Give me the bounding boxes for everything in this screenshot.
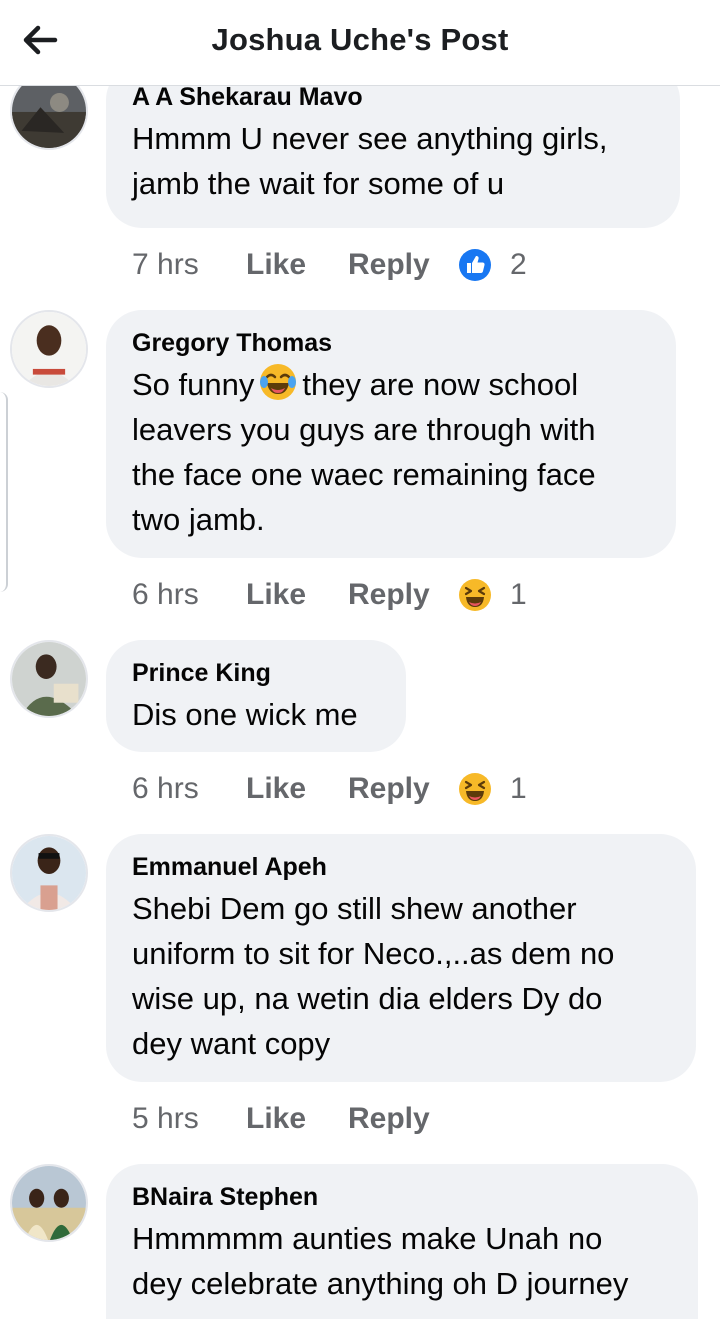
comment-author[interactable]: Emmanuel Apeh [132,852,670,882]
reply-button[interactable]: Reply [348,248,458,282]
comment-actions: 6 hrs Like Reply 1 [132,769,527,809]
comment-author[interactable]: A A Shekarau Mavo [132,82,654,112]
comment-text: wise up, na wetin dia elders Dy do [132,981,603,1016]
avatar[interactable] [10,1164,88,1242]
page-title: Joshua Uche's Post [211,22,509,57]
comment-text: leavers you guys are through with [132,412,596,447]
comment-text: Dis one wick me [132,697,358,732]
avatar[interactable] [10,310,88,388]
comment-bubble: Prince King Dis one wick me [106,640,406,752]
like-button[interactable]: Like [246,248,348,282]
comment-actions: 7 hrs Like Reply 2 [132,245,527,285]
haha-icon [459,579,491,611]
comment-text: uniform to sit for Neco.,..as dem no [132,936,615,971]
comment-text: two jamb. [132,502,265,537]
reaction-count: 2 [510,248,527,281]
comment-text: So funny [132,367,255,402]
comment-text: dey celebrate anything oh D journey [132,1266,629,1301]
like-button[interactable]: Like [246,772,348,806]
reply-button[interactable]: Reply [348,578,458,612]
comment-author[interactable]: Gregory Thomas [132,328,650,358]
comment-text: they are now school [302,367,579,402]
comment-text: Shebi Dem go still shew another [132,891,577,926]
top-bar: Joshua Uche's Post [0,0,720,86]
reaction-summary[interactable]: 2 [458,248,527,282]
reaction-summary[interactable]: 1 [458,578,527,612]
comment-actions: 5 hrs Like Reply [132,1099,458,1139]
comment-text-line: So funny they are now school [132,362,650,407]
comment-text: jamb the wait for some of u [132,166,505,201]
scroll-edge [0,392,8,592]
comment-actions: 6 hrs Like Reply 1 [132,575,527,615]
comment-author[interactable]: Prince King [132,658,380,688]
comment-time[interactable]: 7 hrs [132,248,246,282]
reply-button[interactable]: Reply [348,772,458,806]
like-button[interactable]: Like [246,1102,348,1136]
reply-button[interactable]: Reply [348,1102,458,1136]
comment-text: Hmmmmm aunties make Unah no [132,1221,603,1256]
comment-time[interactable]: 5 hrs [132,1102,246,1136]
comment-bubble: Gregory Thomas So funny they are now sch… [106,310,676,558]
reaction-summary[interactable]: 1 [458,772,527,806]
avatar[interactable] [10,640,88,718]
like-button[interactable]: Like [246,578,348,612]
comment-bubble: Emmanuel Apeh Shebi Dem go still shew an… [106,834,696,1082]
comment-bubble: A A Shekarau Mavo Hmmm U never see anyth… [106,64,680,228]
comment-text: the face one waec remaining face [132,457,596,492]
comment-time[interactable]: 6 hrs [132,578,246,612]
laughing-tears-emoji-icon [260,364,297,400]
comment-text: dey want copy [132,1026,331,1061]
like-icon [459,249,491,281]
reaction-count: 1 [510,772,527,805]
comment-time[interactable]: 6 hrs [132,772,246,806]
comment-author[interactable]: BNaira Stephen [132,1182,672,1212]
comment-text: Hmmm U never see anything girls, [132,121,608,156]
reaction-count: 1 [510,578,527,611]
avatar[interactable] [10,834,88,912]
haha-icon [459,773,491,805]
comment-bubble: BNaira Stephen Hmmmmm aunties make Unah … [106,1164,698,1319]
